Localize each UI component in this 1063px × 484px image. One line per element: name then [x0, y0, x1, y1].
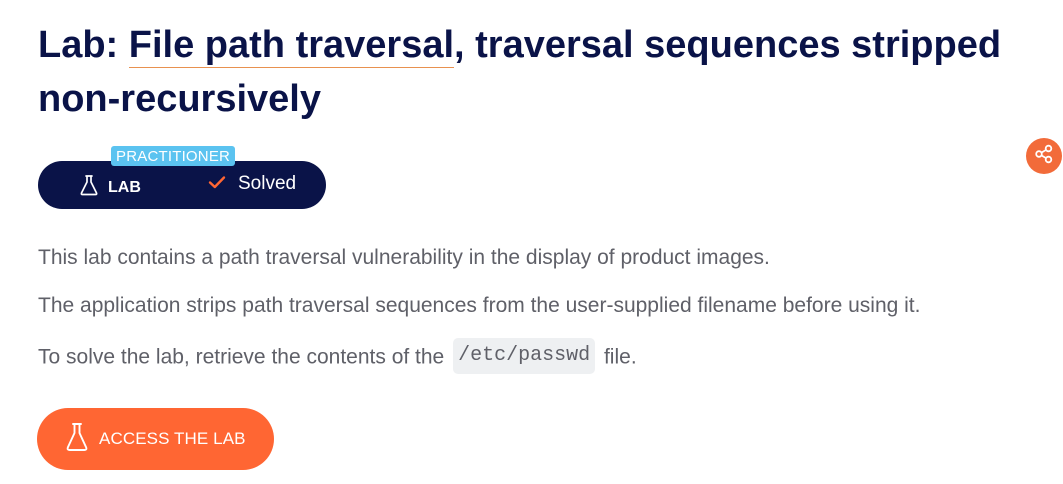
page-title: Lab: File path traversal, traversal sequ… [38, 18, 1053, 126]
status-label: Solved [238, 173, 297, 194]
description-line-2: The application strips path traversal se… [38, 294, 921, 317]
description-line-3-end: file. [603, 345, 637, 369]
lab-status-pill: LAB Solved [38, 161, 326, 209]
target-file-path: /etc/passwd [453, 338, 596, 374]
share-button[interactable] [1026, 138, 1062, 174]
lab-type-label: LAB [108, 178, 141, 196]
title-topic-link[interactable]: File path traversal [128, 24, 455, 68]
flask-icon [79, 174, 99, 201]
lab-badge: PRACTITIONER LAB Solved [38, 146, 328, 212]
description-line-3: To solve the lab, retrieve the contents … [38, 338, 637, 376]
level-tag: PRACTITIONER [111, 146, 236, 166]
description-line-1: This lab contains a path traversal vulne… [38, 246, 770, 269]
share-icon [1034, 144, 1054, 169]
access-lab-button[interactable]: ACCESS THE LAB [37, 408, 274, 470]
lab-page: Lab: File path traversal, traversal sequ… [0, 0, 1063, 484]
solved-status: Solved [208, 173, 296, 195]
flask-icon [65, 422, 89, 457]
description-line-3-start: To solve the lab, retrieve the contents … [38, 345, 445, 369]
checkmark-icon [208, 173, 226, 195]
title-prefix: Lab: [38, 24, 129, 66]
lab-type: LAB [79, 174, 141, 201]
access-lab-label: ACCESS THE LAB [99, 429, 246, 448]
